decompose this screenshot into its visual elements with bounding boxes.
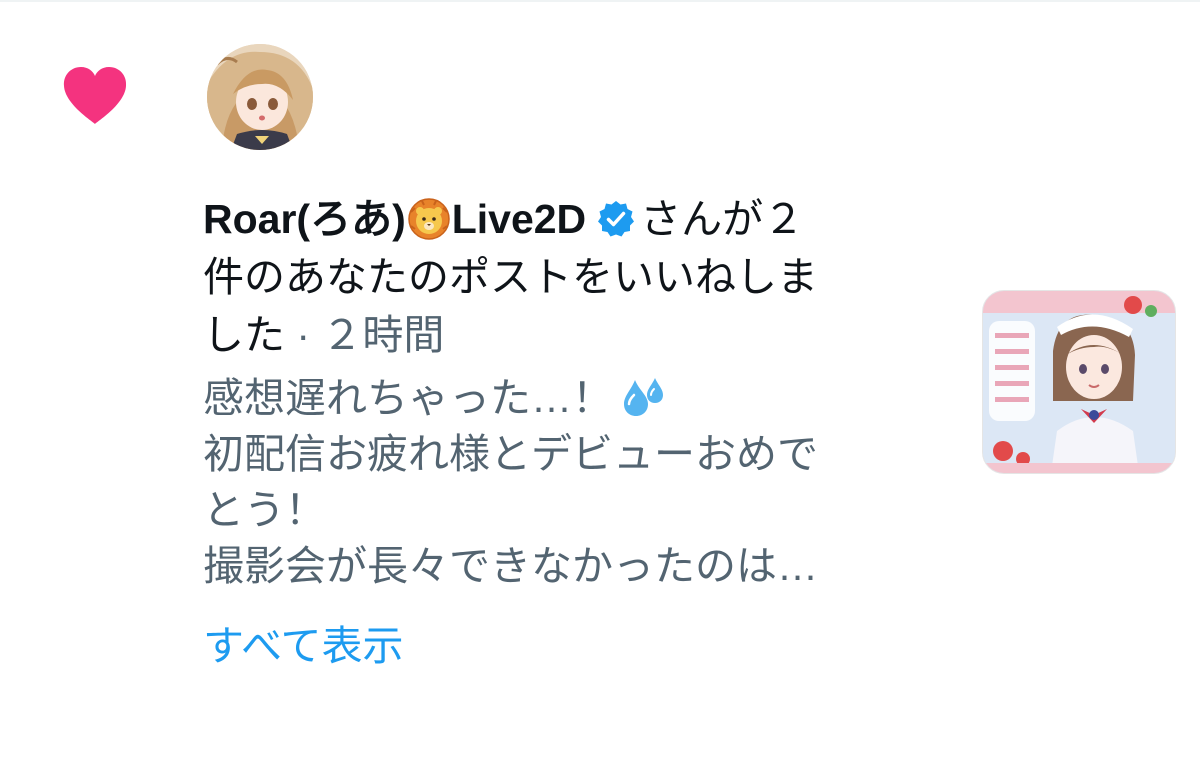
verified-badge-icon [598, 201, 635, 237]
show-all-link[interactable]: すべて表示 [203, 618, 404, 674]
sweat-droplets-emoji [624, 378, 663, 416]
excerpt-line-4: 撮影会が長々できなかったのは… [203, 543, 818, 589]
excerpt-line-3: とう！ [203, 487, 326, 533]
user-name[interactable]: Roar(ろあ) [203, 196, 406, 242]
heart-icon [63, 67, 127, 124]
liked-post-excerpt[interactable]: 感想遅れちゃった…！ 初配信お疲れ様とデビューおめで とう！ 撮影会が長々できな… [203, 370, 923, 594]
user-name-suffix[interactable]: Live2D [452, 196, 586, 242]
user-name-link[interactable]: Roar(ろあ) Live2D [203, 196, 586, 242]
action-text-end: した [203, 312, 285, 358]
separator-dot: · [285, 312, 322, 358]
post-thumbnail[interactable] [982, 290, 1176, 474]
action-text-cont: 件のあなたのポストをいいねしま [203, 254, 818, 300]
action-text: さんが２ [640, 196, 805, 242]
lion-face-emoji [407, 198, 450, 240]
excerpt-line-2: 初配信お疲れ様とデビューおめで [203, 431, 818, 477]
notification-content: Roar(ろあ) Live2D さんが２ 件のあなたのポストをいいねしま した … [203, 190, 923, 674]
notification-headline: Roar(ろあ) Live2D さんが２ 件のあなたのポストをいいねしま した … [203, 190, 923, 364]
avatar[interactable] [207, 44, 313, 150]
timestamp: ２時間 [321, 312, 445, 358]
like-notification[interactable]: Roar(ろあ) Live2D さんが２ 件のあなたのポストをいいねしま した … [0, 0, 1200, 763]
excerpt-line-1: 感想遅れちゃった…！ [203, 370, 923, 426]
